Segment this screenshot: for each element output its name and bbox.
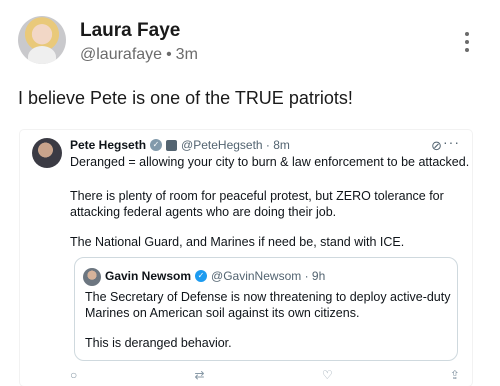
embed-text-line: The National Guard, and Marines if need … <box>70 235 405 249</box>
repost-icon: ⇄ <box>194 368 205 382</box>
embed-author-name: Pete Hegseth <box>70 138 147 152</box>
grok-icon: ⊘ <box>431 138 442 153</box>
verified-gray-icon: ✓ <box>150 139 163 151</box>
share-icon: ⇪ <box>449 368 460 382</box>
quote-text-line: Marines on American soil against its own… <box>85 306 360 320</box>
post-time: 3m <box>175 46 198 63</box>
quote-author-avatar <box>83 268 101 286</box>
embed-action-bar: ○ ⇄ ♡ ⇪ <box>70 368 460 382</box>
embed-text-line: There is plenty of room for peaceful pro… <box>70 189 444 203</box>
like-icon: ♡ <box>321 368 333 382</box>
author-avatar[interactable] <box>18 16 66 64</box>
quote-author-name: Gavin Newsom <box>105 269 192 283</box>
more-icon: ··· <box>443 134 460 150</box>
embed-text-line: attacking federal agents who are doing t… <box>70 205 337 219</box>
government-badge-icon <box>166 139 178 151</box>
post-card: Laura Faye @laurafaye • 3m I believe Pete … <box>0 0 500 386</box>
author-name[interactable]: Laura Faye <box>80 20 180 42</box>
embed-handle-time: @PeteHegseth · 8m <box>181 138 290 152</box>
embed-text-line: Deranged = allowing your city to burn & … <box>70 155 470 169</box>
post-text: I believe Pete is one of the TRUE patrio… <box>18 88 353 108</box>
quote-text-line: This is deranged behavior. <box>85 336 232 350</box>
embed-header: Pete Hegseth ✓ @PeteHegseth · 8m <box>70 138 290 152</box>
embedded-post-image[interactable]: Pete Hegseth ✓ @PeteHegseth · 8m ⊘ ··· D… <box>20 130 472 386</box>
quote-header: Gavin Newsom ✓ @GavinNewsom · 9h <box>105 269 325 283</box>
reply-icon: ○ <box>70 368 78 382</box>
separator-dot: • <box>166 46 172 63</box>
embed-author-avatar <box>32 138 62 168</box>
quote-handle-time: @GavinNewsom · 9h <box>211 269 326 283</box>
author-meta: @laurafaye • 3m <box>80 46 198 64</box>
more-options-icon[interactable] <box>462 32 472 54</box>
quoted-post: Gavin Newsom ✓ @GavinNewsom · 9h The Sec… <box>74 257 458 361</box>
verified-blue-icon: ✓ <box>195 270 208 282</box>
quote-text-line: The Secretary of Defense is now threaten… <box>85 290 451 304</box>
author-handle[interactable]: @laurafaye <box>80 46 162 63</box>
